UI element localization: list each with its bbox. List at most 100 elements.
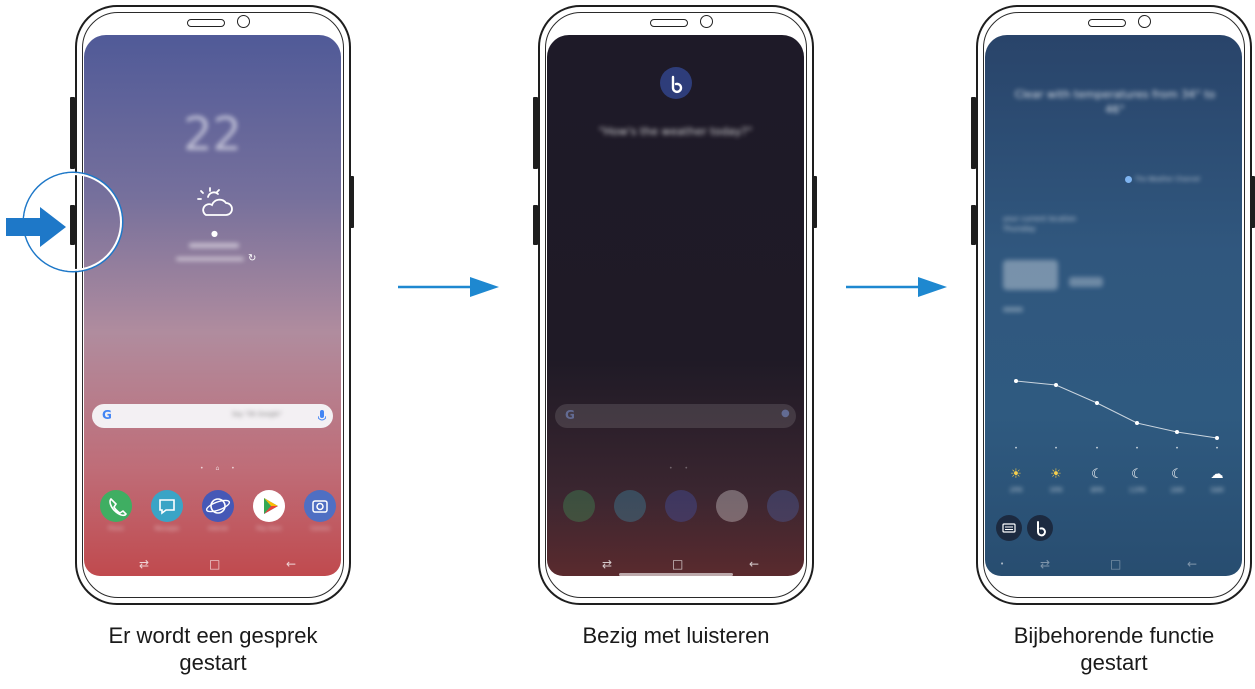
home-button-icon[interactable]: □: [209, 557, 220, 571]
recent-apps-icon[interactable]: ⇄: [602, 557, 612, 571]
weather-channel-dot-icon: [1125, 176, 1132, 183]
bixby-button: [971, 205, 976, 245]
forecast-hour: 5AM: [1210, 487, 1224, 494]
forecast-hour: 2PM: [1009, 487, 1023, 494]
forecast-hour: 2AM: [1170, 487, 1184, 494]
caption-step-2: Bezig met luisteren: [516, 622, 836, 649]
bixby-voice-button[interactable]: [1027, 515, 1053, 541]
flow-arrow-2: [846, 277, 947, 297]
messages-app-icon: [614, 490, 646, 522]
updated-text: [176, 257, 244, 261]
back-icon[interactable]: ←: [749, 557, 759, 571]
internet-app-icon[interactable]: [202, 490, 234, 522]
caption-step-1: Er wordt een gesprek gestart: [53, 622, 373, 676]
day-label: Thursday: [1003, 225, 1036, 233]
front-camera: [237, 15, 250, 28]
forecast-hour: 5PM: [1049, 487, 1063, 494]
google-logo-icon: G: [102, 408, 112, 422]
listening-indicator-bar: [619, 573, 733, 576]
cloud-moon-icon: ☁: [1210, 467, 1224, 482]
bixby-listening-screen: "How's the weather today?" G ● • • ⇄ □ ←: [547, 35, 804, 576]
page-indicator: • •: [669, 465, 693, 472]
home-button-icon[interactable]: □: [672, 557, 683, 571]
forecast-icon-row: ☀ ☀ ☾ ☾ ☾ ☁: [985, 467, 1242, 487]
home-button-icon[interactable]: □: [1110, 557, 1121, 571]
current-temperature: [1003, 260, 1058, 290]
volume-button: [971, 97, 976, 169]
flow-arrow-1: [398, 277, 499, 297]
speaker-grille: [187, 19, 225, 27]
rain-drop-icon: •: [1054, 445, 1058, 452]
caption-step-3: Bijbehorende functie gestart: [954, 622, 1255, 676]
recent-apps-icon[interactable]: ⇄: [139, 557, 149, 571]
speaker-grille: [650, 19, 688, 27]
forecast-hour: 11PM: [1128, 487, 1146, 494]
press-arrow-icon: [6, 207, 66, 247]
dock-label-camera: Camera: [310, 526, 330, 532]
front-camera: [1138, 15, 1151, 28]
google-search-bar[interactable]: G Say "Ok Google": [92, 404, 333, 428]
power-button: [812, 176, 817, 228]
microphone-icon: ●: [781, 408, 790, 419]
camera-app-icon: [767, 490, 799, 522]
dock-label-phone: Phone: [108, 526, 124, 532]
caption-step-3-line-2: gestart: [1080, 650, 1148, 675]
location-label: your current location: [1003, 215, 1077, 223]
page-indicator: • ⌂ •: [200, 465, 240, 472]
moon-icon: ☾: [1131, 467, 1143, 482]
moon-icon: ☾: [1171, 467, 1183, 482]
phone-3: Clear with temperatures from 34° to 46° …: [976, 5, 1252, 605]
phone-app-icon[interactable]: [100, 490, 132, 522]
rain-drop-icon: •: [1095, 445, 1099, 452]
speaker-grille: [1088, 19, 1126, 27]
caption-step-1-line-2: gestart: [179, 650, 247, 675]
weather-source: The Weather Channel: [1135, 176, 1200, 183]
location-text: [189, 243, 239, 248]
weather-headline: Clear with temperatures from 34° to 46°: [1014, 88, 1216, 116]
messages-app-icon[interactable]: [151, 490, 183, 522]
moon-icon: ☾: [1091, 467, 1103, 482]
recent-apps-icon[interactable]: ⇄: [1040, 557, 1050, 571]
front-camera: [700, 15, 713, 28]
clock-display: 22: [183, 107, 242, 161]
google-logo-icon: G: [565, 408, 575, 422]
weather-sun-cloud-icon: [197, 187, 233, 216]
sun-icon: ☀: [1050, 467, 1062, 482]
volume-button: [533, 97, 538, 169]
rain-drop-icon: •: [1014, 445, 1018, 452]
dock-label-internet: Internet: [208, 526, 228, 532]
rain-drop-icon: •: [1215, 445, 1219, 452]
power-button: [1250, 176, 1255, 228]
temperature-trend-line: [1014, 379, 1219, 440]
power-button: [349, 176, 354, 228]
play-store-app-icon[interactable]: [253, 490, 285, 522]
page-dot: •: [1000, 560, 1005, 568]
location-pin-icon: ●: [211, 229, 218, 238]
caption-step-1-line-1: Er wordt een gesprek: [108, 623, 318, 648]
dock-label-play-store: Play Store: [256, 526, 282, 532]
home-screen: 22 ● ↻ G Say "Ok Google" • ⌂ • Phone Mes…: [84, 35, 341, 576]
phone-2: "How's the weather today?" G ● • • ⇄ □ ←: [538, 5, 814, 605]
internet-app-icon: [665, 490, 697, 522]
back-icon[interactable]: ←: [1187, 557, 1197, 571]
play-store-app-icon: [716, 490, 748, 522]
weather-result-screen: Clear with temperatures from 34° to 46° …: [985, 35, 1242, 576]
forecast-hour: 8PM: [1090, 487, 1104, 494]
microphone-icon[interactable]: [318, 410, 326, 422]
bixby-logo-icon: [660, 67, 692, 99]
dock-label-messages: Messages: [154, 526, 180, 532]
caption-step-2-line-1: Bezig met luisteren: [582, 623, 770, 648]
rain-drop-icon: •: [1175, 445, 1179, 452]
back-icon[interactable]: ←: [286, 557, 296, 571]
refresh-icon[interactable]: ↻: [248, 253, 256, 264]
phone-app-icon: [563, 490, 595, 522]
phone-1: 22 ● ↻ G Say "Ok Google" • ⌂ • Phone Mes…: [75, 5, 351, 605]
keyboard-button[interactable]: [996, 515, 1022, 541]
search-placeholder: Say "Ok Google": [232, 411, 282, 418]
condition-label: [1003, 307, 1023, 312]
temperature-range: [1069, 277, 1103, 287]
bixby-button: [533, 205, 538, 245]
rain-drop-icon: •: [1135, 445, 1139, 452]
camera-app-icon[interactable]: [304, 490, 336, 522]
dimmed-search-bar: G ●: [555, 404, 796, 428]
